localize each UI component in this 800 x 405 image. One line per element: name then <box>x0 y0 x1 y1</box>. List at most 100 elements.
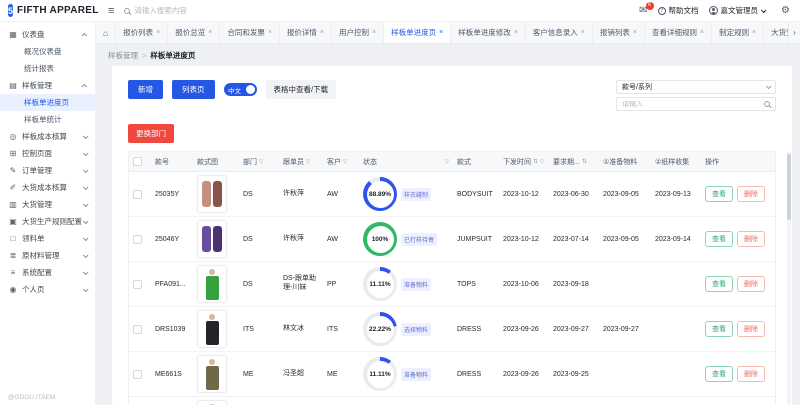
garment-shape <box>206 321 219 345</box>
close-icon[interactable]: × <box>581 29 585 36</box>
row-checkbox[interactable] <box>133 190 142 199</box>
tab-报价总览[interactable]: 报价总览× <box>168 22 220 43</box>
delete-button[interactable]: 删除 <box>737 321 765 337</box>
tab-报价详情[interactable]: 报价详情× <box>280 22 332 43</box>
breadcrumb-parent[interactable]: 样板管理 <box>108 50 138 61</box>
tabs-overflow-arrow[interactable]: › <box>788 22 800 43</box>
sidebar-item-大货成本核算[interactable]: ✐大货成本核算 <box>0 179 95 196</box>
sidebar-item-领料单[interactable]: □领料单 <box>0 230 95 247</box>
style-image[interactable] <box>197 310 227 348</box>
select-all-cell <box>129 152 151 171</box>
sidebar: ▦仪表盘概况仪表盘统计报表▤样板管理样板单进度页样板单统计◎样板成本核算⊞控制页… <box>0 22 96 405</box>
style-image-cell <box>193 307 239 351</box>
view-button[interactable]: 查看 <box>705 186 733 202</box>
hamburger-menu-icon[interactable]: ≡ <box>108 5 114 17</box>
scrollbar-thumb[interactable] <box>787 154 791 220</box>
close-icon[interactable]: × <box>372 29 376 36</box>
delete-button[interactable]: 删除 <box>737 276 765 292</box>
dept-cell: DS <box>239 262 279 306</box>
view-download-button[interactable]: 表格中查看/下载 <box>266 80 337 99</box>
change-department-button[interactable]: 更换部门 <box>128 124 174 143</box>
view-button[interactable]: 查看 <box>705 231 733 247</box>
gear-icon[interactable]: ⚙ <box>781 5 790 16</box>
language-toggle[interactable]: 中文 <box>224 83 257 96</box>
list-view-button[interactable]: 列表页 <box>172 80 215 99</box>
view-button[interactable]: 查看 <box>705 366 733 382</box>
delete-button[interactable]: 删除 <box>737 366 765 382</box>
tab-客户信息录入[interactable]: 客户信息录入× <box>526 22 593 43</box>
close-icon[interactable]: × <box>752 29 756 36</box>
mail-icon[interactable]: ✉ 6 <box>639 6 647 16</box>
sidebar-item-订单管理[interactable]: ✎订单管理 <box>0 162 95 179</box>
sidebar-item-统计报表[interactable]: 统计报表 <box>0 60 95 77</box>
style-image[interactable] <box>197 265 227 303</box>
row-checkbox[interactable] <box>133 370 142 379</box>
tab-样板单进度页[interactable]: 样板单进度页× <box>384 22 451 43</box>
sidebar-item-概况仪表盘[interactable]: 概况仪表盘 <box>0 43 95 60</box>
filter-icon[interactable]: ▽ <box>306 159 310 165</box>
sidebar-item-样板单进度页[interactable]: 样板单进度页 <box>0 94 95 111</box>
sidebar-item-系统配置[interactable]: ≡系统配置 <box>0 264 95 281</box>
view-button[interactable]: 查看 <box>705 276 733 292</box>
tab-报销列表[interactable]: 报销列表× <box>593 22 645 43</box>
help-doc-link[interactable]: ? 帮助文档 <box>658 5 699 16</box>
row-checkbox[interactable] <box>133 235 142 244</box>
toggle-knob <box>246 85 255 94</box>
close-icon[interactable]: × <box>439 29 443 36</box>
vertical-scrollbar[interactable] <box>787 152 791 405</box>
status-cell <box>359 397 453 405</box>
tab-样板单进度修改[interactable]: 样板单进度修改× <box>451 22 526 43</box>
delete-button[interactable]: 删除 <box>737 231 765 247</box>
style-image[interactable] <box>197 175 227 213</box>
close-icon[interactable]: × <box>268 29 272 36</box>
filter-icon[interactable]: ▽ <box>540 159 544 165</box>
sidebar-item-样板单统计[interactable]: 样板单统计 <box>0 111 95 128</box>
sidebar-item-仪表盘[interactable]: ▦仪表盘 <box>0 26 95 43</box>
close-icon[interactable]: × <box>320 29 324 36</box>
sidebar-item-样板成本核算[interactable]: ◎样板成本核算 <box>0 128 95 145</box>
table-search-input[interactable] <box>622 101 764 108</box>
style-image[interactable] <box>197 355 227 393</box>
filter-icon[interactable]: ▽ <box>343 159 347 165</box>
home-tab[interactable]: ⌂ <box>96 22 116 43</box>
style-image[interactable] <box>197 400 227 405</box>
global-search-input[interactable] <box>134 6 224 15</box>
sort-icon[interactable]: ⇅ <box>533 158 538 165</box>
sort-icon[interactable]: ⇅ <box>582 158 587 165</box>
sidebar-item-大货生产规则配置[interactable]: ▣大货生产规则配置 <box>0 213 95 230</box>
sidebar-item-控制页面[interactable]: ⊞控制页面 <box>0 145 95 162</box>
actions-cell <box>701 397 775 405</box>
add-button[interactable]: 新增 <box>128 80 163 99</box>
tab-label: 用户控制 <box>339 27 369 38</box>
close-icon[interactable]: × <box>633 29 637 36</box>
close-icon[interactable]: × <box>208 29 212 36</box>
sidebar-item-原材料管理[interactable]: ≣原材料管理 <box>0 247 95 264</box>
tab-制定规则[interactable]: 制定规则× <box>712 22 764 43</box>
delete-button[interactable]: 删除 <box>737 186 765 202</box>
tab-报价列表[interactable]: 报价列表× <box>116 22 168 43</box>
tab-合同和发票[interactable]: 合同和发票× <box>220 22 280 43</box>
garment-shape <box>202 226 211 252</box>
close-icon[interactable]: × <box>156 29 160 36</box>
view-button[interactable]: 查看 <box>705 321 733 337</box>
step1-date-cell <box>599 397 651 405</box>
close-icon[interactable]: × <box>514 29 518 36</box>
sidebar-item-大货管理[interactable]: ▥大货管理 <box>0 196 95 213</box>
col-部门: 部门▽ <box>239 152 279 171</box>
row-checkbox[interactable] <box>133 280 142 289</box>
tab-查看详细规则[interactable]: 查看详细规则× <box>645 22 712 43</box>
select-all-checkbox[interactable] <box>133 157 142 166</box>
row-checkbox[interactable] <box>133 325 142 334</box>
issue-date-cell: 2023-09-26 <box>499 352 549 396</box>
col-label: 状态 <box>363 157 377 167</box>
sidebar-item-个人页[interactable]: ◉个人页 <box>0 281 95 298</box>
close-icon[interactable]: × <box>700 29 704 36</box>
user-menu[interactable]: 嘉文管理员 <box>709 5 766 16</box>
style-image[interactable] <box>197 220 227 258</box>
step2-date-cell <box>651 397 701 405</box>
filter-icon[interactable]: ▽ <box>259 159 263 165</box>
tab-用户控制[interactable]: 用户控制× <box>332 22 384 43</box>
filter-icon[interactable]: ▽ <box>445 159 449 165</box>
style-series-select[interactable]: 款号/系列 <box>616 80 776 94</box>
sidebar-item-样板管理[interactable]: ▤样板管理 <box>0 77 95 94</box>
